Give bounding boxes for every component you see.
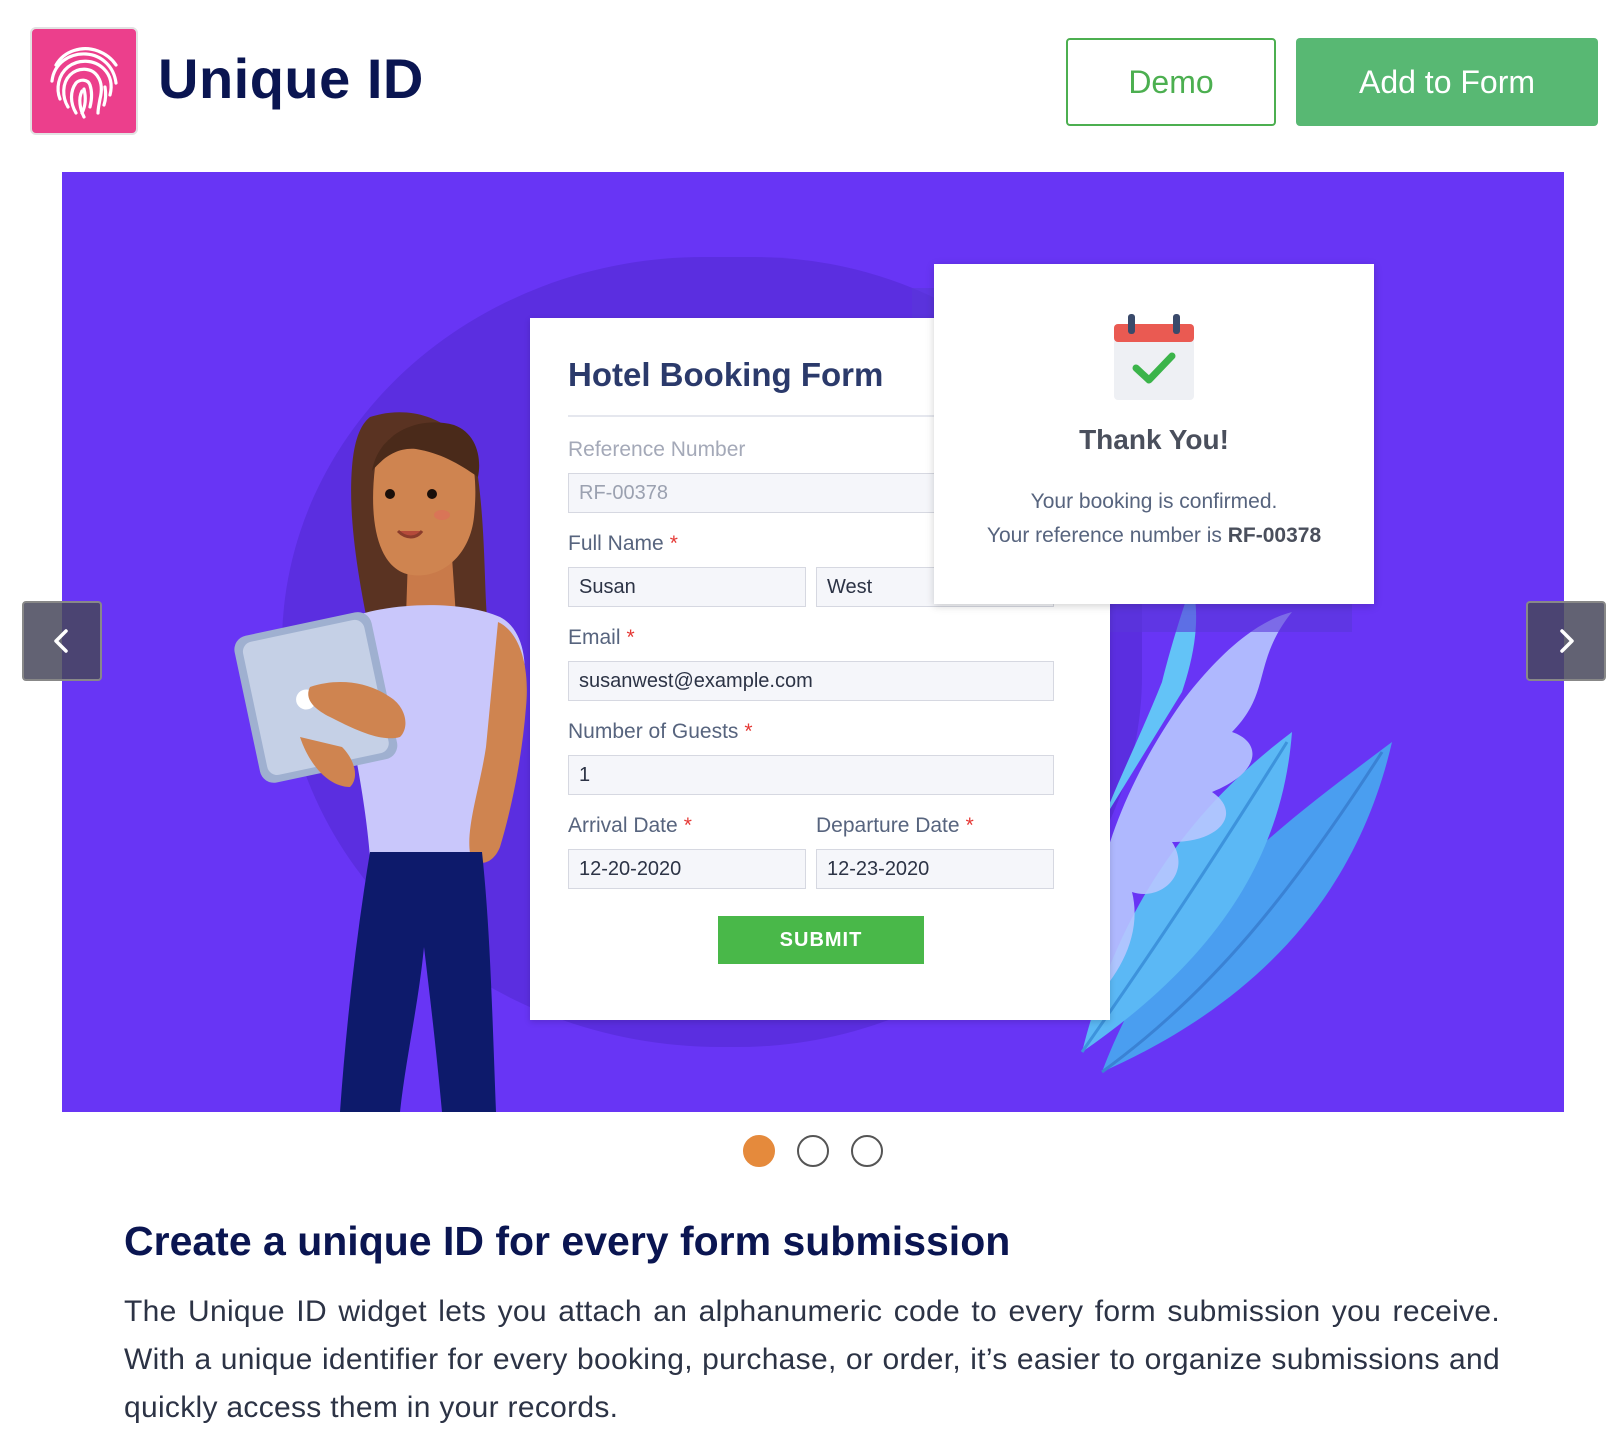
guests-label: Number of Guests * (568, 720, 753, 743)
confirmation-text: Your booking is confirmed. (1030, 490, 1278, 513)
first-name-field: Susan (568, 567, 806, 607)
form-submit-button: SUBMIT (718, 916, 924, 964)
add-to-form-button[interactable]: Add to Form (1296, 38, 1598, 126)
email-label: Email * (568, 626, 635, 649)
thank-you-card: Thank You! Your booking is confirmed. Yo… (934, 264, 1374, 604)
description-body: The Unique ID widget lets you attach an … (124, 1295, 1500, 1424)
image-carousel: Hotel Booking Form Reference Number RF-0… (62, 172, 1564, 1112)
demo-button[interactable]: Demo (1066, 38, 1276, 126)
fullname-label: Full Name * (568, 532, 678, 555)
arrival-label: Arrival Date * (568, 814, 692, 837)
carousel-dot-2[interactable] (797, 1135, 829, 1167)
description-title: Create a unique ID for every form submis… (124, 1218, 1011, 1264)
departure-label: Departure Date * (816, 814, 974, 837)
departure-field: 12-23-2020 (816, 849, 1054, 889)
carousel-next-button[interactable] (1526, 601, 1606, 681)
thank-you-title: Thank You! (1079, 424, 1229, 455)
app-title: Unique ID (158, 47, 424, 110)
app-logo (30, 27, 138, 135)
leaves-illustration (1080, 582, 1392, 1074)
calendar-check-icon (1114, 314, 1194, 400)
carousel-prev-button[interactable] (22, 601, 102, 681)
reference-label: Reference Number (568, 438, 746, 461)
chevron-left-icon (54, 629, 68, 653)
form-title: Hotel Booking Form (568, 356, 884, 393)
email-field: susanwest@example.com (568, 661, 1054, 701)
carousel-dot-1[interactable] (743, 1135, 775, 1167)
carousel-dot-3[interactable] (851, 1135, 883, 1167)
reference-text: Your reference number is RF-00378 (986, 524, 1322, 547)
fingerprint-icon (50, 47, 118, 119)
arrival-field: 12-20-2020 (568, 849, 806, 889)
chevron-right-icon (1560, 629, 1574, 653)
carousel-indicators (743, 1135, 883, 1167)
guests-field: 1 (568, 755, 1054, 795)
